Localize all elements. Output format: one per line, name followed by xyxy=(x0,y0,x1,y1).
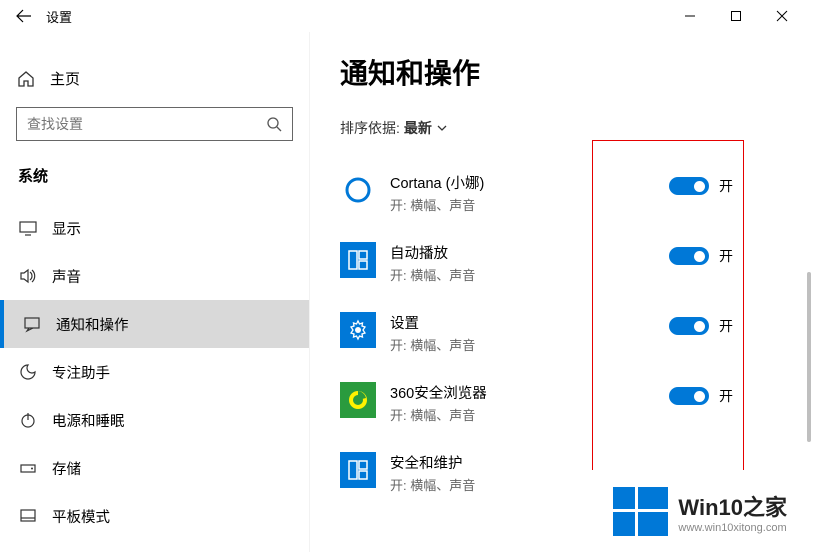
windows-logo-icon xyxy=(613,487,668,536)
app-name: 自动播放 xyxy=(390,242,669,263)
back-arrow-icon xyxy=(16,8,32,24)
app-row-360browser[interactable]: 360安全浏览器 开: 横幅、声音 开 xyxy=(340,368,813,438)
chevron-down-icon xyxy=(436,122,448,134)
sound-icon xyxy=(18,267,38,285)
watermark-url: www.win10xitong.com xyxy=(678,522,787,534)
sidebar-item-power[interactable]: 电源和睡眠 xyxy=(16,396,293,444)
app-name: Cortana (小娜) xyxy=(390,172,669,193)
app-row-settings[interactable]: 设置 开: 横幅、声音 开 xyxy=(340,298,813,368)
sort-dropdown[interactable]: 排序依据: 最新 xyxy=(340,118,813,138)
maximize-button[interactable] xyxy=(713,0,759,32)
tablet-icon xyxy=(18,507,38,525)
toggle-label: 开 xyxy=(719,176,733,196)
app-name: 360安全浏览器 xyxy=(390,382,669,403)
toggle-360browser[interactable] xyxy=(669,387,709,405)
app-name: 安全和维护 xyxy=(390,452,813,473)
sidebar: 主页 系统 显示 声音 通知和操作 专注助手 电源和睡眠 xyxy=(0,32,310,552)
toggle-label: 开 xyxy=(719,316,733,336)
close-icon xyxy=(776,10,788,22)
search-icon xyxy=(266,116,282,132)
search-box[interactable] xyxy=(16,107,293,141)
app-name: 设置 xyxy=(390,312,669,333)
sidebar-item-label: 存储 xyxy=(52,458,81,479)
toggle-settings[interactable] xyxy=(669,317,709,335)
minimize-button[interactable] xyxy=(667,0,713,32)
cortana-icon xyxy=(340,172,376,208)
app-status: 开: 横幅、声音 xyxy=(390,335,669,354)
sidebar-item-notifications[interactable]: 通知和操作 xyxy=(0,300,309,348)
scrollbar[interactable] xyxy=(807,272,811,442)
toggle-label: 开 xyxy=(719,246,733,266)
toggle-label: 开 xyxy=(719,386,733,406)
sidebar-item-label: 显示 xyxy=(52,218,81,239)
watermark-title: Win10之家 xyxy=(678,490,787,522)
home-icon xyxy=(16,70,36,88)
app-status: 开: 横幅、声音 xyxy=(390,265,669,284)
notifications-icon xyxy=(22,315,42,333)
autoplay-icon xyxy=(340,242,376,278)
close-button[interactable] xyxy=(759,0,805,32)
storage-icon xyxy=(18,459,38,477)
search-input[interactable] xyxy=(27,116,266,132)
back-button[interactable] xyxy=(8,0,40,32)
sidebar-item-label: 通知和操作 xyxy=(56,314,129,335)
page-title: 通知和操作 xyxy=(340,52,813,92)
sidebar-item-label: 声音 xyxy=(52,266,81,287)
home-label: 主页 xyxy=(50,68,80,89)
sidebar-item-label: 专注助手 xyxy=(52,362,110,383)
app-row-autoplay[interactable]: 自动播放 开: 横幅、声音 开 xyxy=(340,228,813,298)
watermark: Win10之家 www.win10xitong.com xyxy=(613,487,787,536)
titlebar: 设置 xyxy=(0,0,813,32)
sidebar-item-tablet[interactable]: 平板模式 xyxy=(16,492,293,540)
security-icon xyxy=(340,452,376,488)
app-status: 开: 横幅、声音 xyxy=(390,195,669,214)
sidebar-item-label: 电源和睡眠 xyxy=(52,410,125,431)
category-label: 系统 xyxy=(16,165,293,186)
sidebar-item-label: 平板模式 xyxy=(52,506,110,527)
focus-icon xyxy=(18,363,38,381)
app-status: 开: 横幅、声音 xyxy=(390,405,669,424)
power-icon xyxy=(18,411,38,429)
toggle-cortana[interactable] xyxy=(669,177,709,195)
home-button[interactable]: 主页 xyxy=(16,62,293,95)
sidebar-item-storage[interactable]: 存储 xyxy=(16,444,293,492)
toggle-autoplay[interactable] xyxy=(669,247,709,265)
window-controls xyxy=(667,0,805,32)
maximize-icon xyxy=(730,10,742,22)
minimize-icon xyxy=(684,10,696,22)
app-row-cortana[interactable]: Cortana (小娜) 开: 横幅、声音 开 xyxy=(340,158,813,228)
app-list: Cortana (小娜) 开: 横幅、声音 开 自动播放 开: 横幅、声音 开 xyxy=(340,158,813,508)
settings-icon xyxy=(340,312,376,348)
main-content: 通知和操作 排序依据: 最新 Cortana (小娜) 开: 横幅、声音 开 xyxy=(310,32,813,552)
window-title: 设置 xyxy=(46,7,72,26)
360browser-icon xyxy=(340,382,376,418)
sidebar-item-focus[interactable]: 专注助手 xyxy=(16,348,293,396)
sidebar-item-display[interactable]: 显示 xyxy=(16,204,293,252)
sort-value: 最新 xyxy=(404,118,432,138)
sort-label: 排序依据: xyxy=(340,118,400,138)
display-icon xyxy=(18,219,38,237)
sidebar-item-sound[interactable]: 声音 xyxy=(16,252,293,300)
